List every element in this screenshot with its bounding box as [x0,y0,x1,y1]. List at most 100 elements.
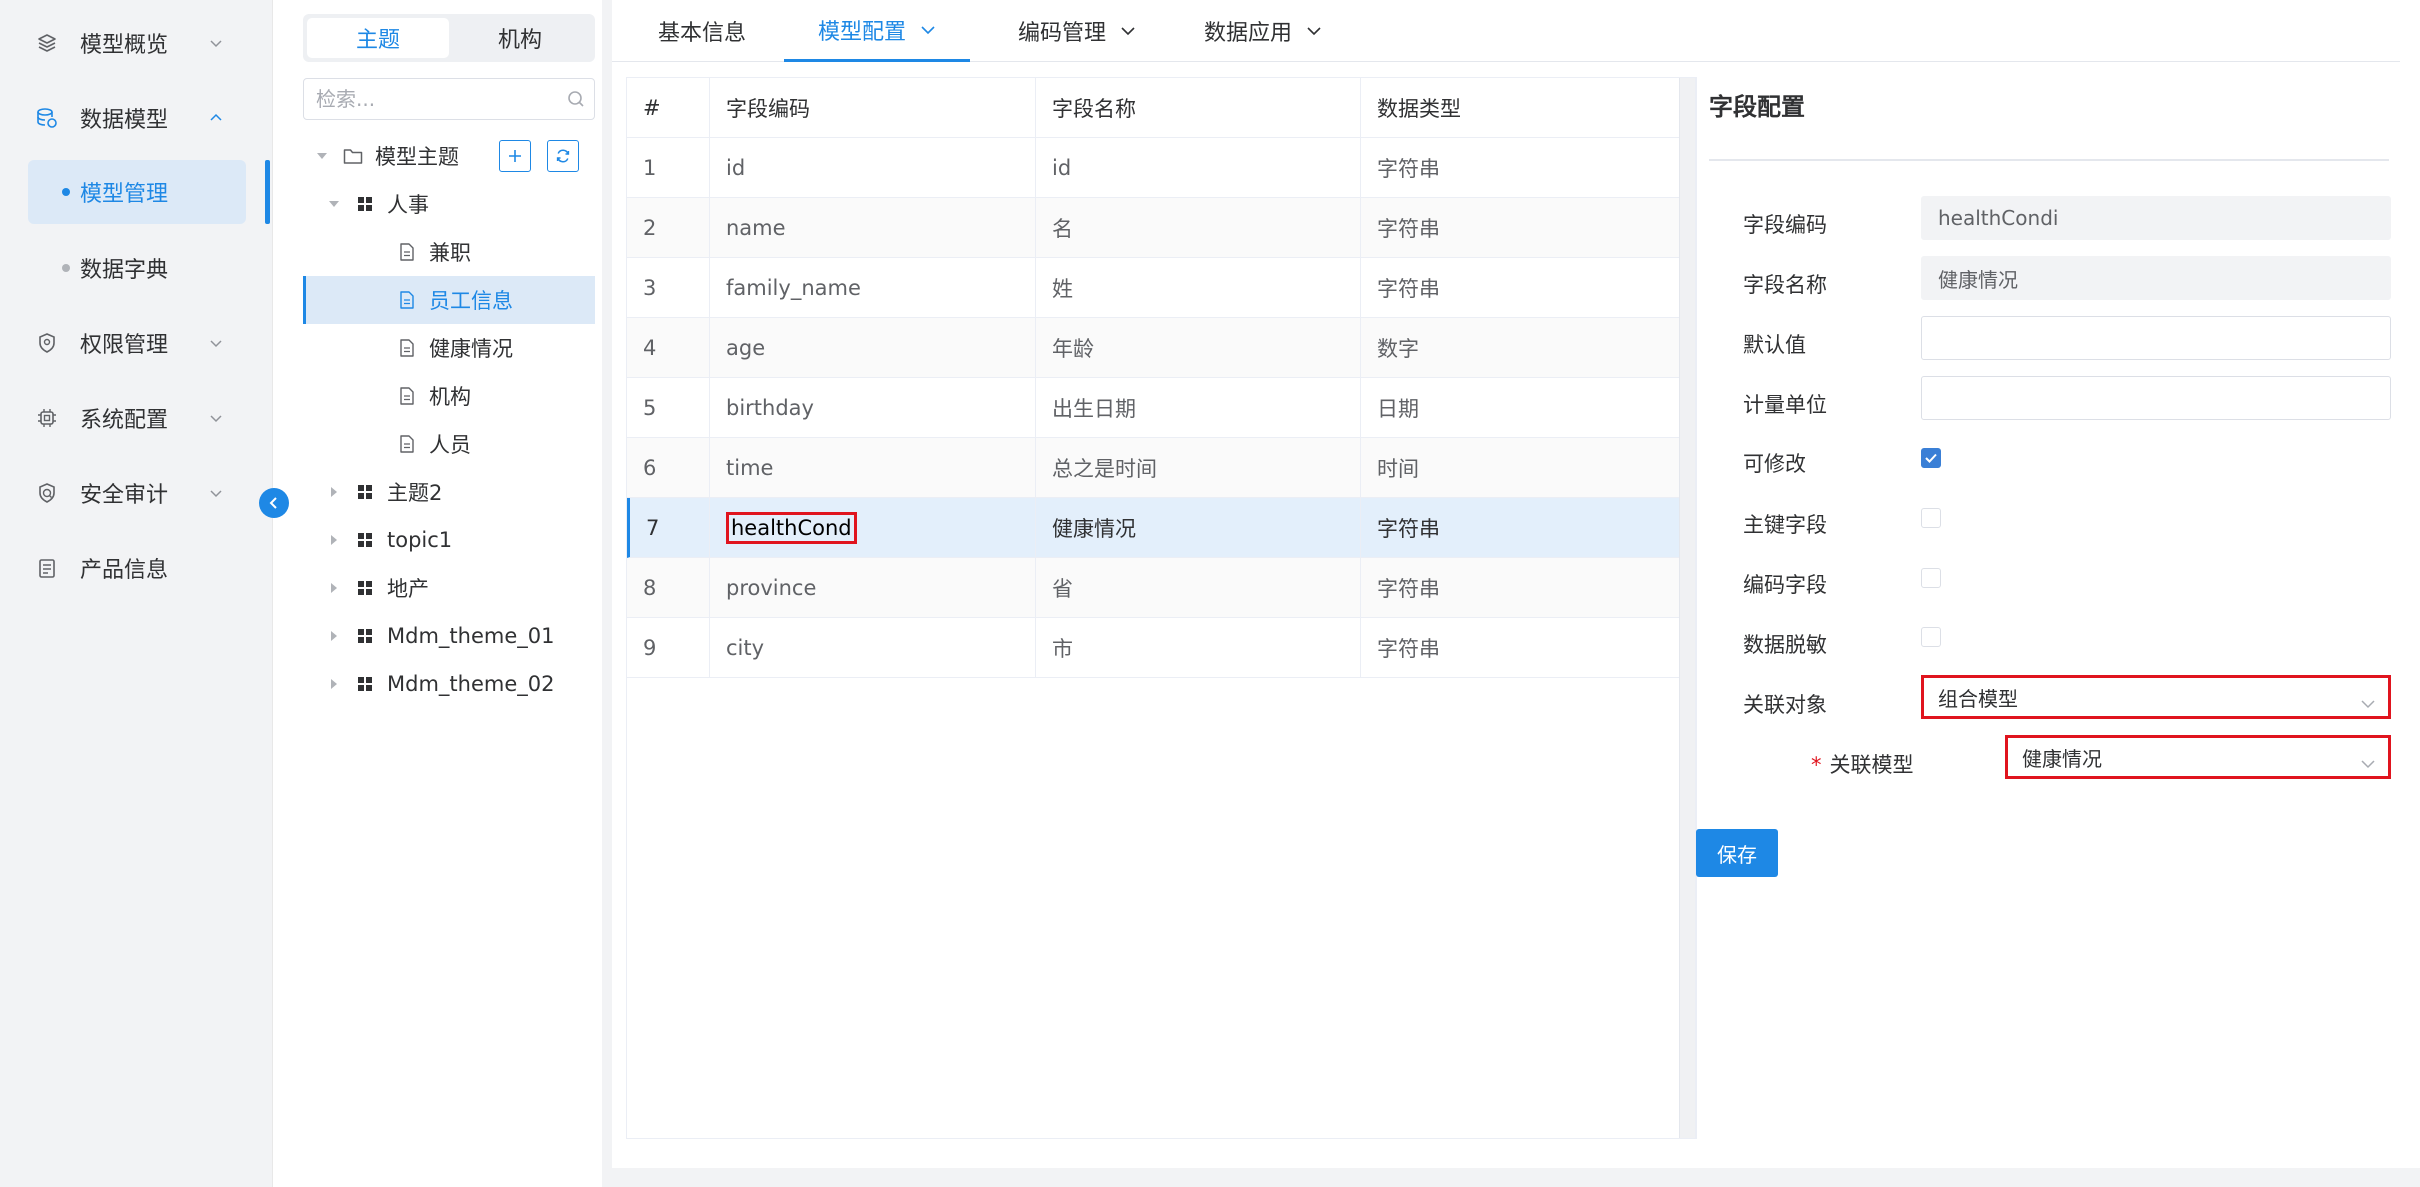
nav-item-data-model[interactable]: 数据模型 [0,88,270,148]
table-cell: 字符串 [1377,157,1440,181]
caret-right-icon[interactable] [327,677,341,691]
tree-node-root[interactable]: 模型主题 [303,132,595,180]
shield-icon [34,330,60,356]
nav-item-system-config[interactable]: 系统配置 [0,388,270,448]
caret-right-icon[interactable] [327,629,341,643]
tree-node-group[interactable]: topic1 [303,516,595,564]
caret-down-icon[interactable] [315,149,329,163]
table-row[interactable]: 5 birthday 出生日期 日期 [627,378,1679,438]
tab-label: 基本信息 [657,21,746,46]
tree-node-group[interactable]: 主题2 [303,468,595,516]
segment-theme[interactable]: 主题 [307,18,449,58]
refresh-tree-button[interactable] [547,140,579,172]
unit-input[interactable] [1921,376,2391,420]
relation-object-select[interactable]: 组合模型 [1921,675,2391,719]
add-node-button[interactable] [499,140,531,172]
highlighted-field-code: healthCond [726,512,857,544]
tab-label: 编码管理 [1017,21,1106,46]
tree-node-leaf[interactable]: 健康情况 [303,324,595,372]
relation-model-select[interactable]: 健康情况 [2005,735,2391,779]
table-row[interactable]: 1 id id 字符串 [627,138,1679,198]
tree-node-leaf[interactable]: 机构 [303,372,595,420]
field-code-label: 字段编码 [1743,213,1827,237]
chevron-down-icon [1120,26,1136,36]
caret-right-icon[interactable] [327,533,341,547]
tab-label: 模型配置 [817,19,906,45]
default-value-input[interactable] [1921,316,2391,360]
document-list-icon [34,555,60,581]
table-cell: 年龄 [1036,318,1361,378]
tree-search-input[interactable] [316,80,562,118]
field-name-input[interactable]: 健康情况 [1921,256,2391,300]
nav-item-product-info[interactable]: 产品信息 [0,538,270,598]
nav-item-security-audit[interactable]: 安全审计 [0,463,270,523]
caret-right-icon[interactable] [327,485,341,499]
tree-node-label: 主题2 [387,481,443,505]
table-row[interactable]: 4 age 年龄 数字 [627,318,1679,378]
tree-node-label: 机构 [429,385,471,409]
nav-item-model-overview[interactable]: 模型概览 [0,13,270,73]
field-code-input[interactable]: healthCondi [1921,196,2391,240]
tab-code-management[interactable]: 编码管理 [984,0,1170,62]
tab-data-application[interactable]: 数据应用 [1170,0,1356,62]
table-cell: 名 [1036,198,1361,258]
grid-icon [355,626,375,646]
segment-organization[interactable]: 机构 [449,18,591,58]
table-cell: 字符串 [1377,217,1440,241]
editable-label: 可修改 [1743,452,1806,476]
nav-item-permission[interactable]: 权限管理 [0,313,270,373]
chevron-left-icon [269,497,277,509]
table-row[interactable]: 6 time 总之是时间 时间 [627,438,1679,498]
encode-field-checkbox[interactable] [1921,568,1941,588]
table-header-cell: 字段名称 [1036,78,1361,138]
main-content: 基本信息 模型配置 编码管理 数据应用 # 字段编码 字段名称 数据类型 1 i… [612,0,2420,1187]
tab-model-config[interactable]: 模型配置 [784,0,970,62]
tree-node-leaf[interactable]: 兼职 [303,228,595,276]
primary-key-checkbox[interactable] [1921,508,1941,528]
table-row[interactable]: 3 family_name 姓 字符串 [627,258,1679,318]
table-row[interactable]: 8 province 省 字符串 [627,558,1679,618]
table-cell: 字符串 [1377,637,1440,661]
nav-item-label: 系统配置 [80,408,169,433]
table-cell: id [1036,138,1361,198]
tree-node-leaf[interactable]: 人员 [303,420,595,468]
save-button[interactable]: 保存 [1696,829,1778,877]
chevron-down-icon [2360,750,2376,774]
table-row[interactable]: 9 city 市 字符串 [627,618,1679,678]
document-icon [397,386,417,406]
table-cell: 8 [627,558,710,618]
nav-item-label: 产品信息 [80,558,169,583]
table-row-selected[interactable]: 7 healthCond 健康情况 字符串 [627,498,1679,558]
main-navigation: 模型概览 数据模型 模型管理 数据字典 权限管理 系统配置 安全审计 产品信息 [0,0,270,1187]
tree-node-group[interactable]: Mdm_theme_01 [303,612,595,660]
table-cell: 6 [627,438,710,498]
table-scrollbar[interactable] [1679,78,1695,1138]
table-cell: id [710,138,1036,198]
table-row[interactable]: 2 name 名 字符串 [627,198,1679,258]
table-cell: 健康情况 [1036,498,1361,558]
layers-icon [34,30,60,56]
nav-sub-data-dictionary[interactable]: 数据字典 [28,236,246,300]
tree-node-label: Mdm_theme_02 [387,672,555,696]
chevron-down-icon [1306,26,1322,36]
tree-node-group[interactable]: 地产 [303,564,595,612]
tab-basic-info[interactable]: 基本信息 [612,0,792,62]
table-cell: 市 [1036,618,1361,678]
table-cell: 时间 [1377,457,1419,481]
grid-icon [355,482,375,502]
table-header-cell: # [627,78,710,138]
caret-right-icon[interactable] [327,581,341,595]
search-icon[interactable] [566,89,586,115]
caret-down-icon[interactable] [327,197,341,211]
collapse-sidebar-button[interactable] [259,488,289,518]
editable-checkbox[interactable] [1921,448,1941,468]
data-masking-checkbox[interactable] [1921,627,1941,647]
tree-node-leaf-selected[interactable]: 员工信息 [303,276,595,324]
tree-node-label: 人事 [387,193,429,217]
bullet-icon [62,188,70,196]
tree-node-group[interactable]: 人事 [303,180,595,228]
tree-node-group[interactable]: Mdm_theme_02 [303,660,595,708]
nav-sub-label: 模型管理 [80,182,169,207]
nav-sub-model-management[interactable]: 模型管理 [28,160,246,224]
table-cell: healthCond [710,498,1036,558]
